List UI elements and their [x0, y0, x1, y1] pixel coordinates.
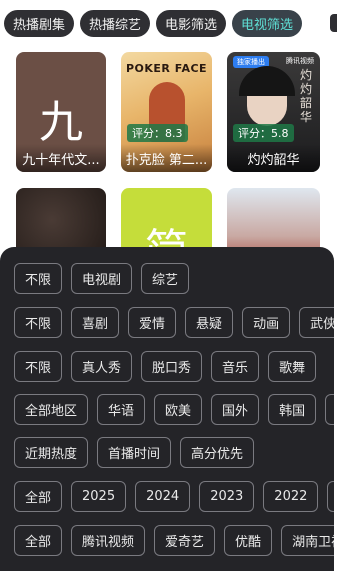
- card-title: 扑克脸 第二...: [121, 144, 212, 172]
- filter-chip[interactable]: 欧美: [154, 394, 203, 425]
- tab-hot-variety[interactable]: 热播综艺: [80, 9, 151, 37]
- poster-hair: [239, 66, 295, 96]
- filter-row-year: 全部 2025 2024 2023 2022 20: [14, 481, 334, 514]
- filter-chip[interactable]: 悬疑: [185, 307, 234, 338]
- filter-chip[interactable]: 2023: [199, 481, 255, 512]
- filter-chip[interactable]: 脱口秀: [141, 351, 203, 382]
- filter-row-type: 不限 电视剧 综艺: [14, 263, 190, 296]
- filter-chip[interactable]: 动画: [242, 307, 291, 338]
- filter-chip[interactable]: 近期热度: [14, 437, 89, 468]
- filter-chip[interactable]: 全部地区: [14, 394, 89, 425]
- platform-logo: 腾讯视频: [286, 57, 314, 65]
- category-tabs: 热播剧集 热播综艺 电影筛选 电视筛选: [0, 0, 337, 46]
- filter-chip[interactable]: 电视剧: [71, 263, 133, 294]
- filter-chip[interactable]: 20: [327, 481, 334, 512]
- filter-chip[interactable]: 不限: [14, 351, 63, 382]
- filter-chip[interactable]: 综艺: [141, 263, 190, 294]
- tab-overflow-indicator: [330, 14, 337, 32]
- filter-chip[interactable]: 真人秀: [71, 351, 133, 382]
- tab-hot-series[interactable]: 热播剧集: [4, 9, 75, 37]
- filter-chip[interactable]: 国外: [211, 394, 260, 425]
- filter-chip[interactable]: 高分优先: [180, 437, 255, 468]
- filter-row-genre: 不限 喜剧 爱情 悬疑 动画 武侠: [14, 307, 334, 340]
- card-title: 灼灼韶华: [227, 144, 320, 172]
- filter-chip[interactable]: 歌舞: [268, 351, 317, 382]
- filter-chip[interactable]: 不限: [14, 307, 63, 338]
- filter-chip[interactable]: 爱情: [128, 307, 177, 338]
- filter-chip[interactable]: 湖南卫视: [281, 525, 334, 556]
- filter-chip[interactable]: 不限: [14, 263, 63, 294]
- filter-chip[interactable]: 2022: [263, 481, 319, 512]
- poster-calligraphy: 灼灼韶华: [300, 68, 313, 124]
- rating-badge: 评分：8.3: [127, 124, 188, 142]
- filter-chip[interactable]: 武侠: [299, 307, 334, 338]
- filter-chip[interactable]: 音乐: [211, 351, 260, 382]
- filter-row-sort: 近期热度 首播时间 高分优先: [14, 437, 255, 470]
- poster-card-3[interactable]: 独家播出 腾讯视频 灼灼韶华 评分：5.8 灼灼韶华: [227, 52, 320, 172]
- filter-chip[interactable]: 日: [325, 394, 334, 425]
- poster-headline: POKER FACE: [125, 62, 208, 75]
- filter-row-region: 全部地区 华语 欧美 国外 韩国 日: [14, 394, 334, 427]
- filter-chip[interactable]: 首播时间: [97, 437, 172, 468]
- filter-row-platform: 全部 腾讯视频 爱奇艺 优酷 湖南卫视: [14, 525, 334, 558]
- filter-chip[interactable]: 2024: [135, 481, 191, 512]
- filter-chip[interactable]: 全部: [14, 481, 63, 512]
- card-title: 九十年代文...: [16, 144, 106, 172]
- filter-chip[interactable]: 喜剧: [71, 307, 120, 338]
- filter-chip[interactable]: 爱奇艺: [154, 525, 216, 556]
- filter-chip[interactable]: 华语: [97, 394, 146, 425]
- filter-chip[interactable]: 2025: [71, 481, 127, 512]
- filter-chip[interactable]: 腾讯视频: [71, 525, 146, 556]
- poster-placeholder-char: 九: [39, 97, 83, 148]
- filter-row-variety: 不限 真人秀 脱口秀 音乐 歌舞: [14, 351, 317, 384]
- filter-chip[interactable]: 优酷: [224, 525, 273, 556]
- tab-movie-filter[interactable]: 电影筛选: [156, 9, 227, 37]
- filter-panel: 不限 电视剧 综艺 不限 喜剧 爱情 悬疑 动画 武侠 不限 真人秀 脱口秀 音…: [0, 247, 334, 571]
- poster-card-1[interactable]: 九 九十年代文...: [16, 52, 106, 172]
- tab-tv-filter[interactable]: 电视筛选: [232, 9, 303, 37]
- filter-chip[interactable]: 韩国: [268, 394, 317, 425]
- poster-card-2[interactable]: POKER FACE 评分：8.3 扑克脸 第二...: [121, 52, 212, 172]
- rating-badge: 评分：5.8: [233, 124, 294, 142]
- filter-chip[interactable]: 全部: [14, 525, 63, 556]
